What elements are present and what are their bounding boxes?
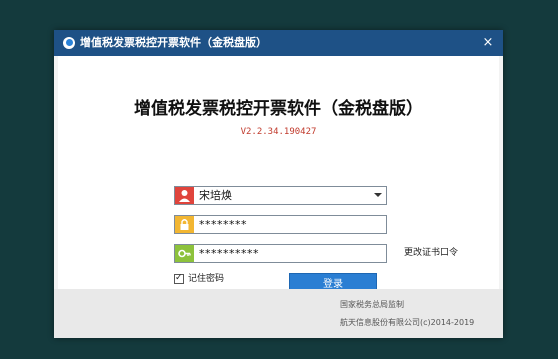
password-value: ******** xyxy=(199,218,247,231)
window-title: 增值税发票税控开票软件（金税盘版） xyxy=(80,36,267,49)
footer-supervisor: 国家税务总局监制 xyxy=(340,300,404,309)
login-window: 增值税发票税控开票软件（金税盘版） × 增值税发票税控开票软件（金税盘版） V2… xyxy=(54,30,503,338)
login-panel: 增值税发票税控开票软件（金税盘版） V2.2.34.190427 宋培焕 ***… xyxy=(58,56,499,296)
remember-password-checkbox[interactable]: ✓ xyxy=(174,273,184,284)
chevron-down-icon[interactable] xyxy=(374,193,382,197)
change-cert-password-link[interactable]: 更改证书口令 xyxy=(404,247,458,259)
cert-password-value: ********** xyxy=(199,247,259,260)
cert-password-field[interactable]: ********** xyxy=(174,244,387,263)
checkmark-icon: ✓ xyxy=(175,273,183,283)
version-label: V2.2.34.190427 xyxy=(240,127,317,137)
user-icon xyxy=(175,187,194,204)
close-button[interactable]: × xyxy=(473,30,503,56)
footer-copyright: 航天信息股份有限公司(c)2014-2019 xyxy=(340,318,475,327)
page-title: 增值税发票税控开票软件（金税盘版） xyxy=(134,99,423,119)
user-select-value: 宋培焕 xyxy=(199,189,232,202)
key-icon xyxy=(175,245,194,262)
app-logo-icon xyxy=(63,37,75,49)
title-bar: 增值税发票税控开票软件（金税盘版） × xyxy=(54,30,503,56)
user-select[interactable]: 宋培焕 xyxy=(174,186,387,205)
remember-password-label: 记住密码 xyxy=(188,274,225,284)
lock-icon xyxy=(175,216,194,233)
footer: 国家税务总局监制 航天信息股份有限公司(c)2014-2019 xyxy=(54,289,503,338)
password-field[interactable]: ******** xyxy=(174,215,387,234)
